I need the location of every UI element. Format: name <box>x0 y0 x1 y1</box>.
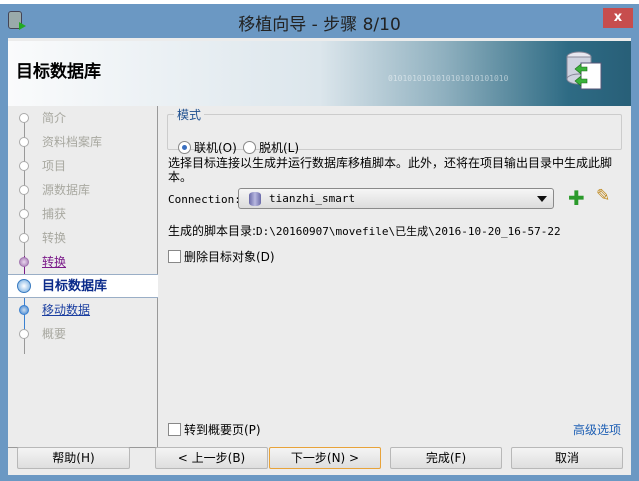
help-button[interactable]: 帮助(H) <box>17 447 130 469</box>
script-dir-value: D:\20160907\movefile\已生成\2016-10-20_16-5… <box>256 225 561 238</box>
goto-summary-checkbox[interactable]: 转到概要页(P) <box>168 421 261 438</box>
chevron-down-icon <box>537 196 547 202</box>
delete-target-label: 删除目标对象(D) <box>184 250 275 264</box>
close-button[interactable]: x <box>603 8 633 28</box>
step-project: 项目 <box>8 154 158 178</box>
back-button[interactable]: < 上一步(B) <box>155 447 268 469</box>
page-title: 目标数据库 <box>16 62 101 82</box>
cancel-button[interactable]: 取消 <box>511 447 623 469</box>
title-bar: 移植向导 - 步骤 8/10 x <box>0 4 639 38</box>
step-node-icon <box>19 113 29 123</box>
step-label: 移动数据 <box>42 303 91 317</box>
next-button[interactable]: 下一步(N) > <box>269 447 381 469</box>
step-node-icon <box>19 257 29 267</box>
steps-panel: 简介 资料档案库 项目 源数据库 捕获 转换 转换 目标数据库 移动数据 概要 <box>8 106 158 448</box>
offline-radio[interactable]: 脱机(L) <box>243 139 299 156</box>
script-dir-label: 生成的脚本目录: <box>168 224 257 238</box>
banner-decoration: 0101010101010101010101010 <box>388 74 509 83</box>
step-label: 简介 <box>42 111 67 125</box>
content-panel: 模式 联机(O) 脱机(L) 选择目标连接以生成并运行数据库移植脚本。此外，还将… <box>159 106 631 448</box>
database-migrate-icon <box>566 51 602 90</box>
step-label: 资料档案库 <box>42 135 103 149</box>
mode-group: 模式 联机(O) 脱机(L) <box>167 106 622 155</box>
step-label: 转换 <box>42 255 67 269</box>
step-node-icon <box>19 329 29 339</box>
advanced-options-link[interactable]: 高级选项 <box>573 421 621 438</box>
mode-legend: 模式 <box>177 108 202 122</box>
step-repository: 资料档案库 <box>8 130 158 154</box>
add-connection-button[interactable]: ✚ <box>568 188 585 208</box>
step-node-icon <box>19 209 29 219</box>
step-label: 项目 <box>42 159 67 173</box>
step-node-icon <box>19 137 29 147</box>
edit-connection-button[interactable]: ✎ <box>596 186 610 206</box>
step-node-icon <box>19 233 29 243</box>
checkbox-icon <box>168 250 181 263</box>
step-move-data[interactable]: 移动数据 <box>8 298 158 322</box>
step-label: 捕获 <box>42 207 67 221</box>
step-intro: 简介 <box>8 106 158 130</box>
finish-button[interactable]: 完成(F) <box>390 447 502 469</box>
database-icon <box>249 192 261 206</box>
description: 选择目标连接以生成并运行数据库移植脚本。此外，还将在项目输出目录中生成此脚本。 <box>168 156 613 184</box>
step-convert: 转换 <box>8 226 158 250</box>
step-summary: 概要 <box>8 322 158 346</box>
step-target-db: 目标数据库 <box>8 274 158 298</box>
step-translate[interactable]: 转换 <box>8 250 158 274</box>
step-source-db: 源数据库 <box>8 178 158 202</box>
step-label: 目标数据库 <box>42 279 108 294</box>
wizard-client: 目标数据库 0101010101010101010101010 简介 资料档案库… <box>8 38 631 475</box>
connection-value: tianzhi_smart <box>269 192 356 205</box>
step-node-icon <box>19 305 29 315</box>
step-node-icon <box>19 161 29 171</box>
goto-summary-label: 转到概要页(P) <box>184 423 261 437</box>
online-label: 联机(O) <box>194 141 237 155</box>
radio-selected-icon <box>178 141 191 154</box>
script-directory: 生成的脚本目录:D:\20160907\movefile\已生成\2016-10… <box>168 222 561 239</box>
connection-label: Connection: <box>168 193 241 206</box>
step-label: 概要 <box>42 327 67 341</box>
delete-target-checkbox[interactable]: 删除目标对象(D) <box>168 248 275 265</box>
checkbox-icon <box>168 423 181 436</box>
online-radio[interactable]: 联机(O) <box>178 139 237 156</box>
connection-select[interactable]: tianzhi_smart <box>238 188 554 209</box>
header-banner: 目标数据库 0101010101010101010101010 <box>8 41 631 106</box>
step-capture: 捕获 <box>8 202 158 226</box>
window-title: 移植向导 - 步骤 8/10 <box>238 15 401 35</box>
step-node-icon <box>19 185 29 195</box>
radio-icon <box>243 141 256 154</box>
offline-label: 脱机(L) <box>259 141 300 155</box>
step-label: 源数据库 <box>42 183 91 197</box>
step-label: 转换 <box>42 231 67 245</box>
step-node-icon <box>17 279 31 293</box>
